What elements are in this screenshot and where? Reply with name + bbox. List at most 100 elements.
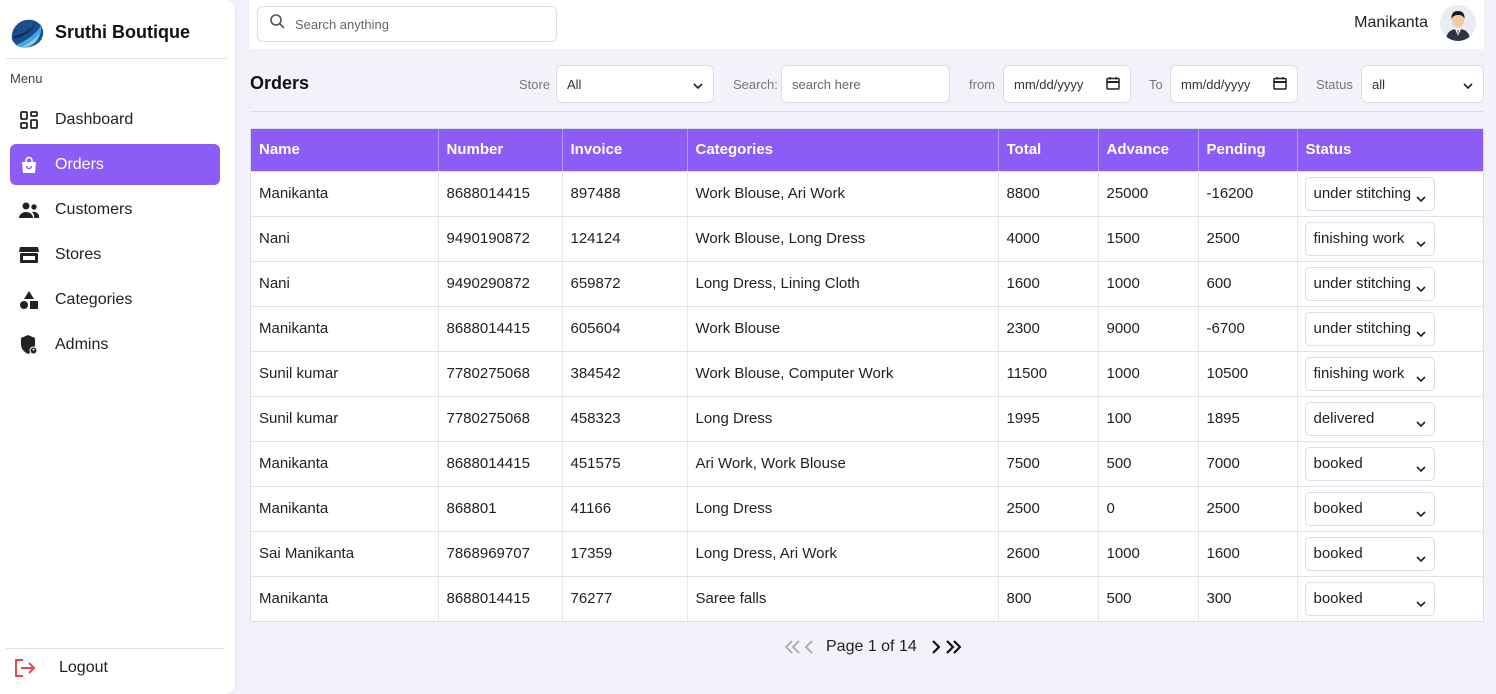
status-select[interactable]: booked — [1304, 446, 1435, 481]
status-select[interactable]: booked — [1304, 491, 1435, 526]
cell-advance: 1000 — [1098, 260, 1199, 306]
cell-name: Manikanta — [251, 305, 439, 351]
cell-name: Sunil kumar — [251, 395, 439, 441]
cell-total: 1995 — [998, 395, 1099, 441]
column-header-advance[interactable]: Advance — [1098, 129, 1199, 171]
sidebar-item-categories[interactable]: Categories — [10, 279, 220, 320]
sidebar-item-dashboard[interactable]: Dashboard — [10, 99, 220, 140]
cell-advance: 500 — [1098, 440, 1199, 486]
table-header-row: Name Number Invoice Categories Total Advance P… — [251, 129, 1483, 171]
chevron-down-icon — [1415, 414, 1426, 431]
column-header-total[interactable]: Total — [998, 129, 1099, 171]
status-select[interactable]: under stitching — [1304, 266, 1435, 301]
status-select[interactable]: booked — [1304, 536, 1435, 571]
cell-number: 7780275068 — [438, 395, 563, 441]
last-page-button[interactable] — [945, 640, 961, 654]
cell-advance: 1000 — [1098, 350, 1199, 396]
cell-number: 8688014415 — [438, 170, 563, 216]
avatar[interactable] — [1440, 5, 1476, 41]
status-select-value: under stitching — [1313, 320, 1412, 337]
cell-name: Sunil kumar — [251, 350, 439, 396]
status-cell: booked — [1297, 440, 1483, 486]
chevron-down-icon — [1415, 594, 1426, 611]
chevron-down-icon — [693, 77, 703, 92]
column-header-invoice[interactable]: Invoice — [562, 129, 688, 171]
cell-invoice: 897488 — [562, 170, 688, 216]
calendar-icon[interactable] — [1273, 76, 1287, 93]
status-select[interactable]: booked — [1304, 581, 1435, 616]
cell-advance: 9000 — [1098, 305, 1199, 351]
cell-categories: Work Blouse, Long Dress — [687, 215, 999, 261]
table-row: Manikanta 868801 41166 Long Dress 2500 0 2500 b… — [251, 485, 1483, 531]
cell-pending: 600 — [1198, 260, 1298, 306]
status-select[interactable]: delivered — [1304, 401, 1435, 436]
to-date-input[interactable]: mm/dd/yyyy — [1170, 65, 1298, 103]
cell-advance: 0 — [1098, 485, 1199, 531]
to-date-label: To — [1149, 77, 1163, 92]
cell-total: 7500 — [998, 440, 1099, 486]
status-select[interactable]: under stitching — [1304, 311, 1435, 346]
status-select[interactable]: finishing work — [1304, 356, 1435, 391]
sidebar-item-stores[interactable]: Stores — [10, 234, 220, 275]
boutique-logo-icon — [8, 14, 46, 50]
logout-button[interactable]: Logout — [14, 657, 108, 679]
column-header-categories[interactable]: Categories — [687, 129, 999, 171]
status-cell: finishing work — [1297, 215, 1483, 261]
sidebar-item-admins[interactable]: Admins — [10, 324, 220, 365]
first-page-button[interactable] — [785, 640, 801, 654]
from-date-input[interactable]: mm/dd/yyyy — [1003, 65, 1131, 103]
global-search[interactable] — [257, 6, 557, 42]
cell-advance: 100 — [1098, 395, 1199, 441]
divider — [250, 111, 1484, 112]
cell-name: Manikanta — [251, 575, 439, 621]
column-header-name[interactable]: Name — [251, 129, 439, 171]
status-cell: under stitching — [1297, 170, 1483, 216]
table-row: Sai Manikanta 7868969707 17359 Long Dress, … — [251, 530, 1483, 576]
cell-name: Manikanta — [251, 440, 439, 486]
order-search-field[interactable] — [781, 65, 950, 103]
status-cell: finishing work — [1297, 350, 1483, 396]
sidebar-item-orders[interactable]: Orders — [10, 144, 220, 185]
cell-number: 9490290872 — [438, 260, 563, 306]
order-search-input[interactable] — [792, 76, 939, 92]
chevron-down-icon — [1415, 234, 1426, 251]
brand[interactable]: Sruthi Boutique — [8, 12, 190, 52]
prev-page-button[interactable] — [805, 640, 814, 654]
cell-number: 8688014415 — [438, 305, 563, 351]
column-header-number[interactable]: Number — [438, 129, 563, 171]
status-filter-select[interactable]: all — [1361, 65, 1484, 103]
cell-categories: Long Dress, Ari Work — [687, 530, 999, 576]
cell-total: 4000 — [998, 215, 1099, 261]
cell-total: 8800 — [998, 170, 1099, 216]
search-input[interactable] — [295, 16, 535, 32]
page-title: Orders — [250, 73, 310, 93]
cell-total: 2500 — [998, 485, 1099, 531]
calendar-icon[interactable] — [1106, 76, 1120, 93]
divider — [6, 648, 225, 649]
cell-name: Manikanta — [251, 170, 439, 216]
column-header-status[interactable]: Status — [1297, 129, 1483, 171]
cell-pending: 1895 — [1198, 395, 1298, 441]
table-row: Manikanta 8688014415 451575 Ari Work, Work … — [251, 440, 1483, 486]
sidebar-item-customers[interactable]: Customers — [10, 189, 220, 230]
status-select[interactable]: finishing work — [1304, 221, 1435, 256]
cell-categories: Saree falls — [687, 575, 999, 621]
status-select-value: under stitching — [1313, 185, 1412, 202]
cell-number: 7780275068 — [438, 350, 563, 396]
orders-table: Name Number Invoice Categories Total Advance P… — [250, 128, 1484, 622]
store-select[interactable]: All — [556, 65, 714, 103]
shopping-bag-icon — [19, 155, 39, 175]
cell-total: 11500 — [998, 350, 1099, 396]
cell-invoice: 124124 — [562, 215, 688, 261]
table-row: Manikanta 8688014415 76277 Saree falls 800 50… — [251, 575, 1483, 621]
table-row: Nani 9490290872 659872 Long Dress, Lining C… — [251, 260, 1483, 306]
next-page-button[interactable] — [931, 640, 940, 654]
status-select[interactable]: under stitching — [1304, 176, 1435, 211]
from-date-label: from — [969, 77, 995, 92]
cell-categories: Work Blouse, Computer Work — [687, 350, 999, 396]
sidebar: Sruthi Boutique Menu Dashboard Orders Cu… — [0, 0, 235, 694]
column-header-pending[interactable]: Pending — [1198, 129, 1298, 171]
logout-icon — [14, 657, 36, 679]
user-menu[interactable]: Manikanta — [1354, 5, 1476, 41]
cell-pending: -16200 — [1198, 170, 1298, 216]
